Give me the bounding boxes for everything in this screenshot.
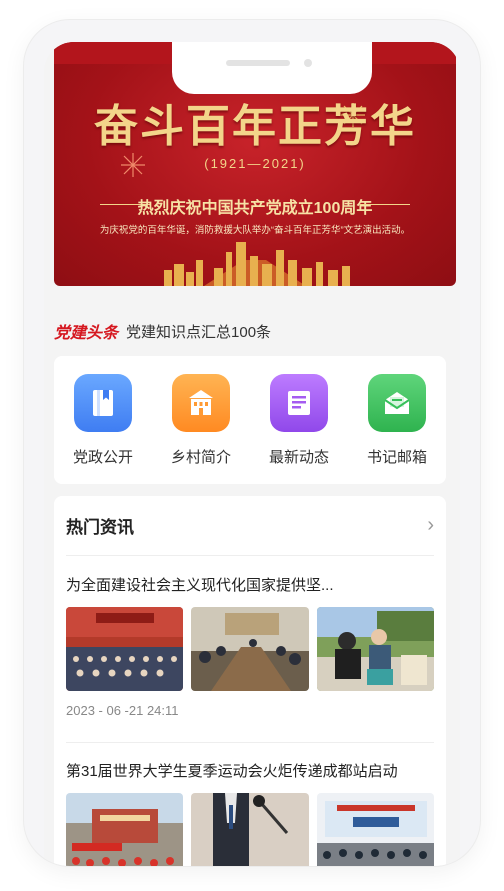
building-icon (172, 374, 230, 432)
nav-item-latest-news[interactable]: 最新动态 (259, 374, 339, 467)
headline-ticker[interactable]: 党建头条 党建知识点汇总100条 (54, 318, 454, 344)
headline-tag: 党建头条 (54, 325, 119, 342)
section-title: 热门资讯 (66, 518, 134, 537)
nav-item-secretary-mailbox[interactable]: 书记邮箱 (357, 374, 437, 467)
news-images (66, 607, 434, 691)
section-header[interactable]: 热门资讯 › (66, 510, 434, 556)
skyline-graphic (164, 242, 350, 286)
news-photo-ceremony[interactable] (66, 793, 184, 866)
nav-item-village-intro[interactable]: 乡村简介 (161, 374, 241, 467)
quick-nav: 党政公开 乡村简介 最新动态 书记邮箱 (54, 356, 446, 484)
chevron-right-icon[interactable]: › (427, 514, 434, 537)
news-title[interactable]: 第31届世界大学生夏季运动会火炬传递成都站启动 (66, 760, 434, 781)
banner-years: (1921—2021) (204, 156, 306, 171)
speaker-grille (226, 60, 290, 66)
phone-frame: 奋斗百年正芳华 (1921—2021) 热烈庆祝中国共产党成立100周年 为庆祝… (24, 20, 480, 866)
news-photo-forum[interactable] (316, 793, 434, 866)
document-icon (270, 374, 328, 432)
mail-icon (368, 374, 426, 432)
nav-label: 党政公开 (72, 449, 133, 466)
phone-notch (172, 42, 372, 94)
nav-label: 书记邮箱 (366, 449, 427, 466)
nav-item-party-affairs[interactable]: 党政公开 (63, 374, 143, 467)
news-photo-conference-table[interactable] (191, 607, 309, 691)
divider (360, 204, 410, 205)
news-photo-meeting-hall[interactable] (66, 607, 184, 691)
divider (66, 742, 434, 743)
hot-news-section: 热门资讯 › 为全面建设社会主义现代化国家提供坚... 2023 - 06 -2… (54, 496, 446, 866)
banner-subtitle: 热烈庆祝中国共产党成立100周年 (137, 200, 373, 217)
camera-dot (304, 59, 312, 67)
banner-title: 奋斗百年正芳华 (94, 101, 416, 152)
news-title[interactable]: 为全面建设社会主义现代化国家提供坚... (66, 574, 434, 595)
book-icon (74, 374, 132, 432)
news-images (66, 793, 434, 866)
news-photo-outdoor-display[interactable] (316, 607, 434, 691)
screen: 奋斗百年正芳华 (1921—2021) 热烈庆祝中国共产党成立100周年 为庆祝… (44, 42, 460, 866)
news-item[interactable]: 第31届世界大学生夏季运动会火炬传递成都站启动 (66, 760, 434, 866)
headline-text[interactable]: 党建知识点汇总100条 (126, 321, 271, 342)
news-photo-speaker[interactable] (191, 793, 309, 866)
news-item[interactable]: 为全面建设社会主义现代化国家提供坚... 2023 - 06 -21 24:11 (66, 574, 434, 718)
nav-label: 最新动态 (268, 449, 329, 466)
nav-label: 乡村简介 (170, 449, 231, 466)
news-date: 2023 - 06 -21 24:11 (66, 703, 179, 718)
